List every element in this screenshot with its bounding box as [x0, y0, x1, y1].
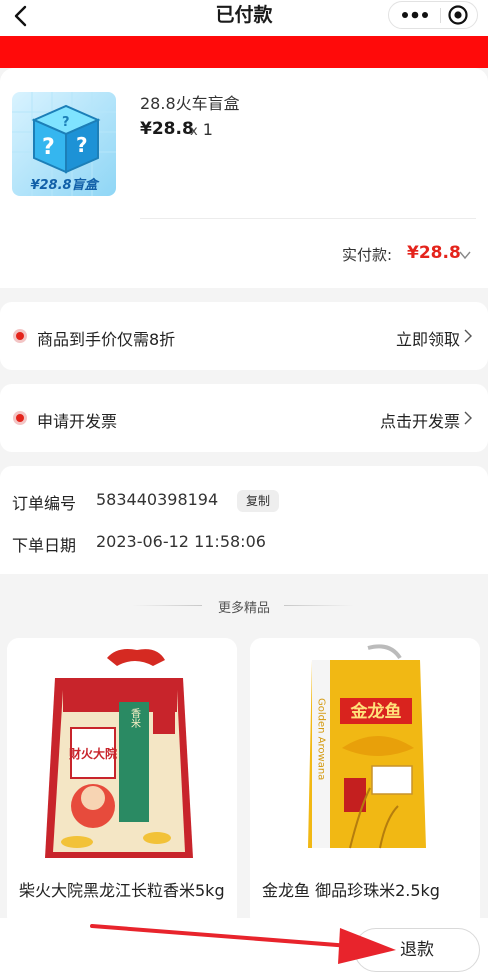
recommended-product-name: 金龙鱼 御品珍珠米2.5kg	[262, 881, 440, 900]
mini-program-capsule	[388, 1, 478, 29]
refund-button[interactable]: 退款	[354, 928, 480, 972]
paid-amount-label: 实付款:	[342, 246, 393, 264]
divider	[140, 218, 476, 219]
product-name[interactable]: 28.8火车盲盒	[140, 90, 240, 114]
thumb-caption: ¥28.8盲盒	[30, 178, 98, 193]
more-dots-icon[interactable]	[397, 2, 433, 28]
recommendations-title: 更多精品	[217, 601, 270, 616]
bottom-action-bar: 退款	[0, 918, 488, 972]
capsule-divider	[440, 8, 441, 23]
chevron-down-icon[interactable]	[458, 248, 472, 262]
svg-text:香米: 香米	[129, 708, 141, 729]
invoice-label: 申请开发票	[37, 412, 118, 431]
svg-text:Golden Arowana: Golden Arowana	[316, 698, 327, 780]
invoice-icon	[13, 411, 27, 425]
rice-bag-image: Golden Arowana 金龙鱼	[250, 638, 480, 868]
order-number: 583440398194	[96, 490, 219, 509]
svg-text:?: ?	[62, 115, 70, 130]
chevron-right-icon	[464, 329, 472, 343]
order-date-label: 下单日期	[12, 536, 77, 555]
product-thumbnail[interactable]: ? ? ? ¥28.8盲盒	[12, 92, 116, 196]
rice-bag-image: 香米 财火大院	[7, 638, 237, 868]
package-text: 财火大院	[68, 746, 117, 761]
quantity-value: 1	[202, 120, 213, 139]
recommended-product-name: 柴火大院黑龙江长粒香米5kg	[19, 881, 225, 900]
invoice-row[interactable]: 申请开发票 点击开发票	[0, 384, 488, 452]
header-line-right	[284, 605, 354, 606]
paid-amount-value: ¥28.8	[407, 243, 461, 263]
quantity-prefix: x	[190, 124, 198, 139]
product-quantity: x 1	[190, 120, 213, 139]
recommended-product-card[interactable]: Golden Arowana 金龙鱼 金龙鱼 御品珍珠米2.5kg	[250, 638, 480, 928]
recommended-product-card[interactable]: 香米 财火大院 柴火大院黑龙江长粒香米5kg	[7, 638, 237, 928]
close-target-icon[interactable]	[447, 4, 469, 26]
order-product-card: ? ? ? ¥28.8盲盒 28.8火车盲盒 ¥28.8 x 1 实付款: ¥2…	[0, 68, 488, 288]
recommendations-header: 更多精品	[0, 596, 488, 616]
top-nav-bar: 已付款	[0, 0, 488, 36]
order-info-card: 订单编号 583440398194 复制 下单日期 2023-06-12 11:…	[0, 466, 488, 574]
status-banner	[0, 36, 488, 68]
coupon-icon	[13, 329, 27, 343]
package-text: 金龙鱼	[350, 701, 402, 722]
svg-text:?: ?	[42, 135, 55, 160]
claim-coupon-link[interactable]: 立即领取	[396, 326, 460, 350]
coupon-label: 商品到手价仅需8折	[37, 330, 176, 349]
issue-invoice-link[interactable]: 点击开发票	[380, 408, 460, 432]
product-price: ¥28.8	[140, 119, 194, 139]
svg-text:?: ?	[76, 133, 88, 157]
coupon-row[interactable]: 商品到手价仅需8折 立即领取	[0, 302, 488, 370]
order-date: 2023-06-12 11:58:06	[96, 532, 266, 551]
chevron-right-icon	[464, 411, 472, 425]
copy-order-number-button[interactable]: 复制	[237, 490, 279, 512]
order-number-label: 订单编号	[12, 494, 77, 513]
